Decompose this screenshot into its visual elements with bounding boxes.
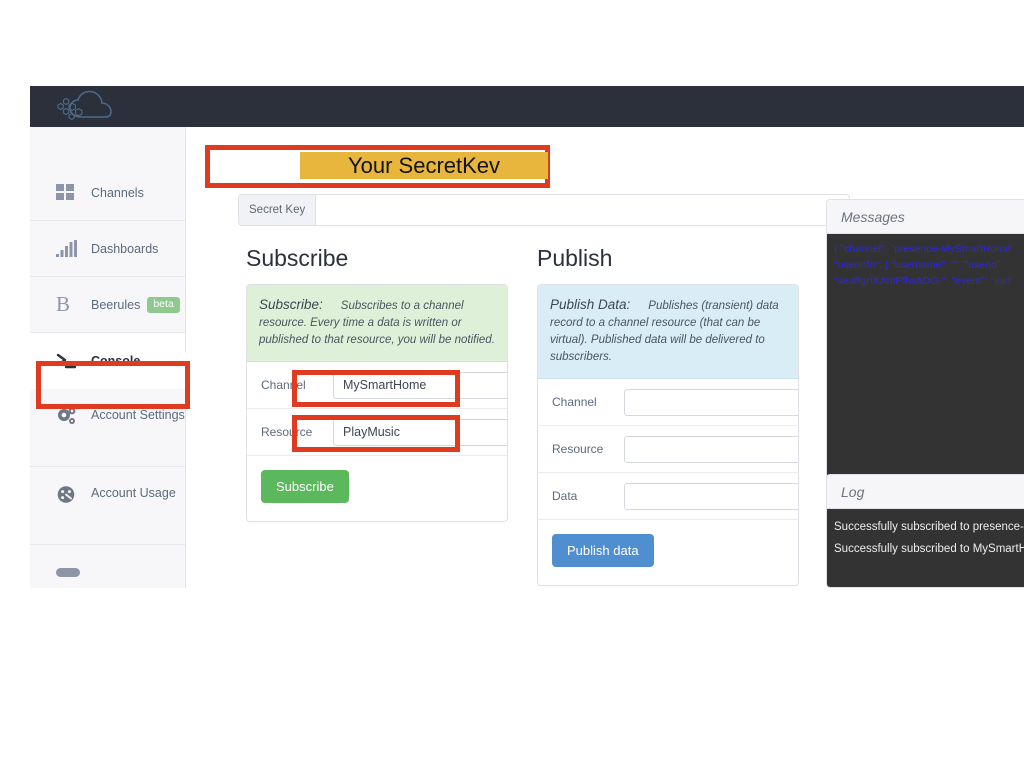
secret-key-overlay-text: Your SecretKev (347, 152, 501, 178)
grid-squares-icon (56, 184, 82, 201)
subscribe-button[interactable]: Subscribe (261, 470, 349, 503)
pill-placeholder-icon (56, 568, 82, 577)
publish-data-label: Data (552, 489, 578, 503)
publish-button-wrap: Publish data (538, 520, 798, 585)
publish-resource-label: Resource (552, 442, 604, 456)
sidebar-item-label: Account Usage (91, 486, 176, 500)
sidebar-item-partial[interactable] (30, 545, 185, 588)
subscribe-resource-label: Resource (261, 425, 313, 439)
subscribe-channel-input[interactable] (333, 371, 507, 399)
secret-key-highlight-overlay: Your SecretKev (300, 152, 548, 179)
beta-badge: beta (147, 296, 180, 313)
subscribe-button-wrap: Subscribe (247, 456, 507, 521)
subscribe-description: Subscribe: Subscribes to a channel resour… (247, 285, 507, 362)
publish-resource-input[interactable] (624, 435, 798, 463)
subscribe-panel: Subscribe: Subscribes to a channel resour… (246, 284, 508, 522)
subscribe-title: Subscribe (246, 245, 349, 271)
secret-key-field-group[interactable]: Secret Key (238, 194, 850, 226)
message-line: "seafIgrIXAhIPffwADG-", "event": "join (834, 275, 1011, 287)
sidebar-item-dashboards[interactable]: Dashboards (30, 221, 185, 277)
publish-data-row: Data (538, 473, 798, 520)
sidebar-item-beerules[interactable]: B Beerules beta (30, 277, 185, 333)
sidebar-item-label: Channels (91, 185, 144, 200)
sidebar-item-label: Console (91, 353, 141, 368)
subscribe-channel-label: Channel (261, 378, 306, 392)
gauge-icon (56, 485, 82, 504)
sidebar-item-account-settings[interactable]: Account Settings (30, 389, 185, 467)
subscribe-resource-row: Resource (247, 409, 507, 456)
subscribe-resource-input[interactable] (333, 418, 507, 446)
publish-channel-label: Channel (552, 395, 597, 409)
sidebar-item-channels[interactable]: Channels (30, 165, 185, 221)
secret-key-label: Secret Key (239, 195, 317, 225)
subscribe-description-lead: Subscribe: (259, 297, 323, 312)
sidebar-navigation: Channels Dashboards B Beerules beta Cons… (30, 127, 194, 588)
log-line: Successfully subscribed to presence-M (834, 521, 1024, 533)
publish-title: Publish (537, 245, 613, 271)
subscribe-section: Subscribe Subscribe: Subscribes to a chan… (246, 245, 508, 522)
gears-icon (56, 407, 82, 426)
publish-description: Publish Data: Publishes (transient) data … (538, 285, 798, 379)
subscribe-channel-row: Channel (247, 362, 507, 409)
bar-chart-icon (56, 240, 82, 257)
publish-panel: Publish Data: Publishes (transient) data … (537, 284, 799, 586)
messages-output[interactable]: { "channel": "presence-MySmartHome "user… (827, 234, 1024, 504)
secret-key-input[interactable] (316, 195, 849, 225)
publish-data-input[interactable] (624, 482, 798, 510)
cloud-hexagons-logo-icon[interactable] (48, 88, 134, 126)
log-line: Successfully subscribed to MySmartH (834, 543, 1024, 555)
publish-description-lead: Publish Data: (550, 297, 631, 312)
top-navigation-bar (30, 86, 1024, 127)
sidebar-item-label: Dashboards (91, 241, 159, 256)
publish-channel-row: Channel (538, 379, 798, 426)
message-line: "userinfo": { "username": "", "userid": (834, 259, 1004, 271)
messages-panel-title: Messages (827, 200, 1024, 234)
publish-channel-input[interactable] (624, 388, 798, 416)
sidebar-item-console[interactable]: Console (30, 333, 194, 389)
log-panel-title: Log (827, 475, 1024, 509)
terminal-prompt-icon (56, 352, 82, 369)
publish-section: Publish Publish Data: Publishes (transien… (537, 245, 799, 586)
log-panel: Log Successfully subscribed to presence-… (826, 474, 1024, 588)
sidebar-item-label: Account Settings (91, 408, 185, 422)
log-output[interactable]: Successfully subscribed to presence-M Su… (827, 509, 1024, 587)
publish-data-button[interactable]: Publish data (552, 534, 654, 567)
sidebar-item-account-usage[interactable]: Account Usage (30, 467, 185, 545)
letter-b-icon: B (56, 292, 71, 316)
sidebar-item-label: Beerules (91, 297, 141, 312)
messages-panel: Messages { "channel": "presence-MySmartH… (826, 199, 1024, 505)
publish-resource-row: Resource (538, 426, 798, 473)
message-line: { "channel": "presence-MySmartHome (834, 243, 1011, 255)
main-content: Secret Key Subscribe Subscribe: Subscribe… (186, 127, 1024, 588)
